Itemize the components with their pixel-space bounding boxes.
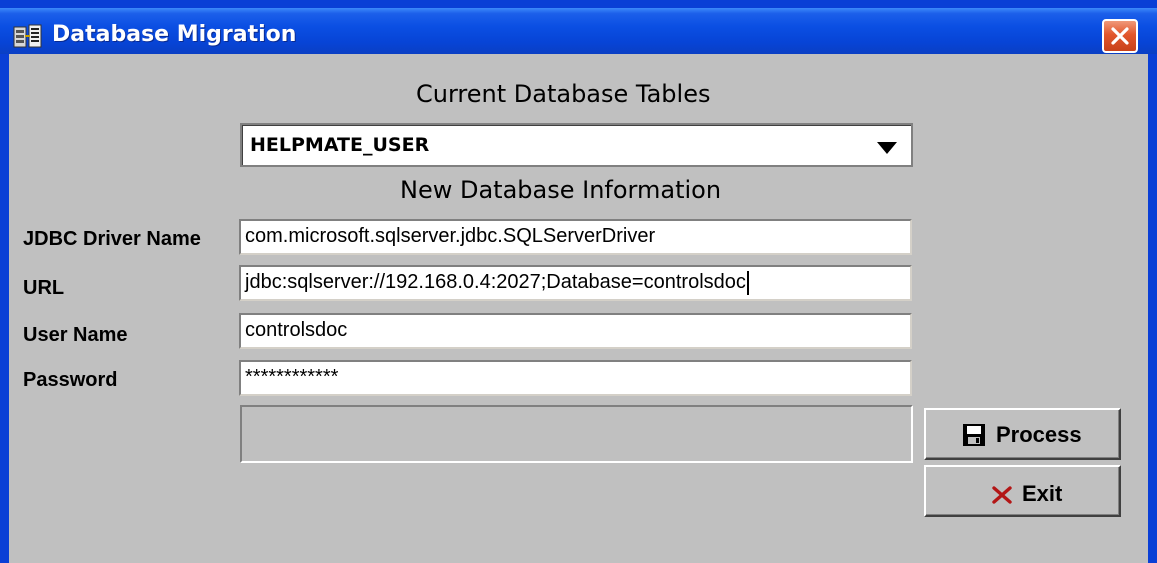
current-tables-heading: Current Database Tables	[416, 80, 711, 108]
password-input[interactable]: ************	[239, 360, 912, 396]
status-display	[240, 405, 913, 463]
url-input[interactable]: jdbc:sqlserver://192.168.0.4:2027;Databa…	[239, 265, 912, 301]
password-label: Password	[23, 369, 118, 391]
username-label: User Name	[23, 324, 128, 346]
window-title: Database Migration	[52, 22, 297, 47]
selected-table-value: HELPMATE_USER	[250, 134, 430, 156]
table-select-dropdown[interactable]: HELPMATE_USER	[240, 123, 913, 167]
exit-button-label: Exit	[1022, 481, 1063, 506]
text-caret	[746, 270, 749, 295]
username-input[interactable]: controlsdoc	[239, 313, 912, 349]
url-input-value: jdbc:sqlserver://192.168.0.4:2027;Databa…	[245, 271, 746, 293]
process-button-label: Process	[996, 422, 1082, 447]
title-bar[interactable]: Database Migration	[0, 8, 1157, 54]
database-migration-window: Database Migration Current Database Tabl…	[0, 0, 1157, 563]
url-label: URL	[23, 277, 65, 299]
database-migration-app-icon[interactable]	[13, 24, 43, 50]
new-db-heading: New Database Information	[400, 176, 722, 204]
chevron-down-icon[interactable]	[877, 139, 897, 158]
x-icon	[992, 484, 1012, 510]
close-button[interactable]	[1102, 19, 1138, 53]
jdbc-driver-input[interactable]: com.microsoft.sqlserver.jdbc.SQLServerDr…	[239, 219, 912, 255]
exit-button[interactable]: Exit	[924, 465, 1121, 517]
jdbc-driver-label: JDBC Driver Name	[23, 228, 201, 250]
save-icon	[963, 424, 985, 452]
close-icon	[1111, 27, 1129, 45]
process-button[interactable]: Process	[924, 408, 1121, 460]
